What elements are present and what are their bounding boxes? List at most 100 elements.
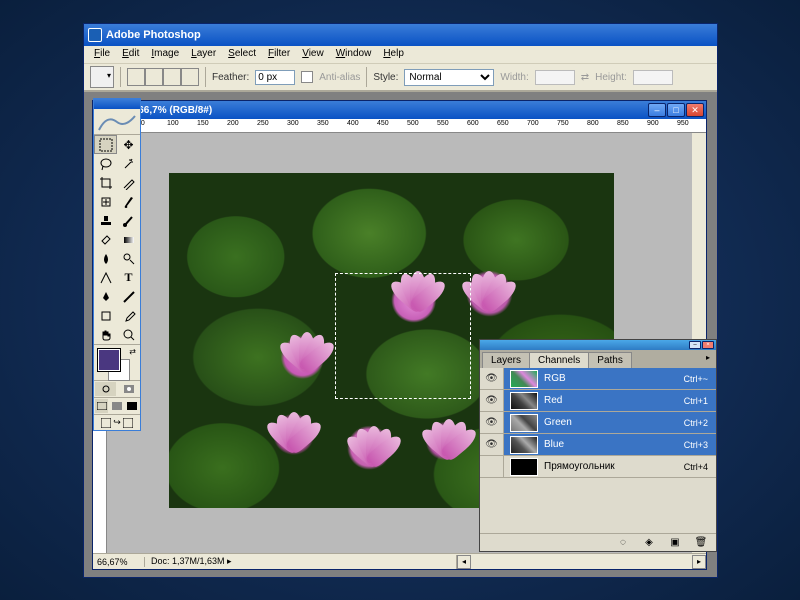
style-label: Style: <box>373 72 398 83</box>
channel-row[interactable]: 👁RGBCtrl+~ <box>480 368 716 390</box>
swap-colors-icon[interactable]: ⇄ <box>129 347 136 356</box>
crop-tool[interactable] <box>94 173 117 192</box>
channel-row[interactable]: 👁RedCtrl+1 <box>480 390 716 412</box>
ruler-tick: 550 <box>437 120 449 127</box>
load-selection-button[interactable]: ◌ <box>614 536 632 550</box>
menu-file[interactable]: File <box>88 46 116 63</box>
channel-thumbnail[interactable] <box>510 392 538 410</box>
visibility-toggle[interactable]: 👁 <box>480 368 504 389</box>
path-tool[interactable] <box>94 268 117 287</box>
app-titlebar[interactable]: Adobe Photoshop <box>84 24 717 46</box>
channel-thumbnail[interactable] <box>510 414 538 432</box>
menu-view[interactable]: View <box>296 46 330 63</box>
subtract-selection-button[interactable] <box>163 68 181 86</box>
channel-row[interactable]: 👁BlueCtrl+3 <box>480 434 716 456</box>
tab-layers[interactable]: Layers <box>482 352 530 368</box>
panel-menu-button[interactable]: ▸ <box>702 352 714 364</box>
pen-tool[interactable] <box>94 287 117 306</box>
save-selection-button[interactable]: ◈ <box>640 536 658 550</box>
standard-mode-button[interactable] <box>94 381 117 397</box>
menu-edit[interactable]: Edit <box>116 46 145 63</box>
ruler-tick: 800 <box>587 120 599 127</box>
visibility-toggle[interactable]: 👁 <box>480 412 504 433</box>
stamp-tool[interactable] <box>94 211 117 230</box>
maximize-button[interactable]: □ <box>667 103 685 117</box>
window-buttons: – □ ✕ <box>648 103 704 117</box>
move-tool[interactable]: ✥ <box>117 135 140 154</box>
channels-panel[interactable]: – × Layers Channels Paths ▸ 👁RGBCtrl+~👁R… <box>479 339 717 552</box>
standard-screen-button[interactable] <box>94 398 109 414</box>
zoom-field[interactable]: 66,67% <box>93 557 145 567</box>
lasso-tool[interactable] <box>94 154 117 173</box>
ruler-tick: 400 <box>347 120 359 127</box>
add-selection-button[interactable] <box>145 68 163 86</box>
marquee-tool[interactable] <box>94 135 117 154</box>
antialias-checkbox[interactable] <box>301 71 313 83</box>
wand-tool[interactable] <box>117 154 140 173</box>
slice-tool[interactable] <box>117 173 140 192</box>
eraser-tool[interactable] <box>94 230 117 249</box>
type-tool[interactable]: T <box>117 268 140 287</box>
style-select[interactable]: Normal <box>404 69 494 86</box>
blur-tool[interactable] <box>94 249 117 268</box>
new-selection-button[interactable] <box>127 68 145 86</box>
scroll-right-button[interactable]: ▸ <box>692 555 706 569</box>
hand-tool[interactable] <box>94 325 117 344</box>
eyedropper-tool[interactable] <box>117 306 140 325</box>
feather-input[interactable] <box>255 70 295 85</box>
gradient-tool[interactable] <box>117 230 140 249</box>
menu-filter[interactable]: Filter <box>262 46 296 63</box>
channel-row[interactable]: 👁GreenCtrl+2 <box>480 412 716 434</box>
selection-marquee[interactable] <box>335 273 471 399</box>
channel-thumbnail[interactable] <box>510 436 538 454</box>
history-brush-tool[interactable] <box>117 211 140 230</box>
scrollbar-horizontal[interactable]: ◂ ▸ <box>456 555 706 569</box>
panel-minimize-button[interactable]: – <box>689 341 701 349</box>
doc-info[interactable]: Doc: 1,37M/1,63M ▸ <box>145 556 456 567</box>
channel-thumbnail[interactable] <box>510 370 538 388</box>
foreground-color[interactable] <box>98 349 120 371</box>
scroll-left-button[interactable]: ◂ <box>457 555 471 569</box>
close-button[interactable]: ✕ <box>686 103 704 117</box>
minimize-button[interactable]: – <box>648 103 666 117</box>
toolbox[interactable]: ✥ T ⇄ ↪ <box>93 98 141 431</box>
fullscreen-button[interactable] <box>125 398 140 414</box>
channel-shortcut: Ctrl+1 <box>684 396 716 406</box>
ruler-horizontal[interactable]: 0501001502002503003504004505005506006507… <box>107 119 706 133</box>
toolbox-header[interactable] <box>94 99 140 109</box>
delete-channel-button[interactable]: 🗑 <box>692 536 710 550</box>
zoom-tool[interactable] <box>117 325 140 344</box>
healing-tool[interactable] <box>94 192 117 211</box>
fullscreen-menubar-button[interactable] <box>109 398 124 414</box>
ruler-tick: 300 <box>287 120 299 127</box>
shape-tool[interactable] <box>117 287 140 306</box>
tool-preset-picker[interactable] <box>90 66 114 88</box>
selection-mode-buttons <box>127 68 199 86</box>
dodge-tool[interactable] <box>117 249 140 268</box>
menu-help[interactable]: Help <box>377 46 410 63</box>
notes-tool[interactable] <box>94 306 117 325</box>
new-channel-button[interactable]: ▣ <box>666 536 684 550</box>
menu-window[interactable]: Window <box>330 46 378 63</box>
document-titlebar[interactable]: и.jpg @ 66,7% (RGB/8#) – □ ✕ <box>93 101 706 119</box>
menu-select[interactable]: Select <box>222 46 262 63</box>
visibility-toggle[interactable]: 👁 <box>480 390 504 411</box>
visibility-toggle[interactable] <box>480 456 504 477</box>
menu-layer[interactable]: Layer <box>185 46 222 63</box>
brush-tool[interactable] <box>117 192 140 211</box>
channel-thumbnail[interactable] <box>510 458 538 476</box>
panel-footer: ◌ ◈ ▣ 🗑 <box>480 533 716 551</box>
channel-row[interactable]: ПрямоугольникCtrl+4 <box>480 456 716 478</box>
panel-close-button[interactable]: × <box>702 341 714 349</box>
panel-header[interactable]: – × <box>480 340 716 350</box>
intersect-selection-button[interactable] <box>181 68 199 86</box>
visibility-toggle[interactable]: 👁 <box>480 434 504 455</box>
quickmask-mode-button[interactable] <box>117 381 140 397</box>
jump-to-imageready-button[interactable]: ↪ <box>94 414 140 430</box>
channel-shortcut: Ctrl+2 <box>684 418 716 428</box>
swap-dims-icon: ⇄ <box>581 72 589 83</box>
tab-channels[interactable]: Channels <box>529 352 589 368</box>
tab-paths[interactable]: Paths <box>588 352 632 368</box>
ruler-tick: 700 <box>527 120 539 127</box>
menu-image[interactable]: Image <box>145 46 185 63</box>
